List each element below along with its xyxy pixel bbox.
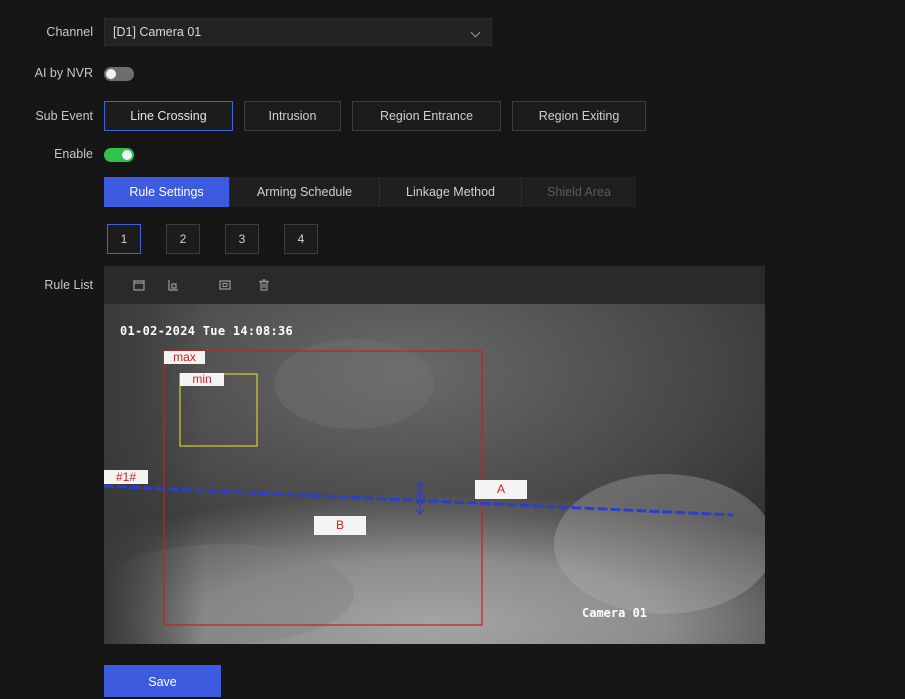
camera-preview[interactable]: 01-02-2024 Tue 14:08:36 max min #1# A B …: [104, 304, 765, 644]
camera-name-overlay: Camera 01: [582, 606, 648, 620]
line-id-label: #1#: [104, 470, 148, 484]
enable-label: Enable: [54, 147, 93, 161]
toggle-knob: [122, 150, 132, 160]
sub-event-region-entrance[interactable]: Region Entrance: [352, 101, 501, 131]
smart-event-panel: Channel [D1] Camera 01 AI by NVR Sub Eve…: [0, 0, 905, 697]
chevron-down-icon: [470, 27, 481, 38]
tab-linkage-method[interactable]: Linkage Method: [380, 177, 522, 207]
sub-event-intrusion[interactable]: Intrusion: [244, 101, 341, 131]
sub-event-region-exiting[interactable]: Region Exiting: [512, 101, 646, 131]
rule-1-button[interactable]: 1: [107, 224, 141, 254]
rule-list-toolbar: [104, 266, 765, 304]
channel-select-value: [D1] Camera 01: [113, 25, 202, 39]
draw-rectangle-icon[interactable]: [132, 278, 146, 292]
ai-by-nvr-label: AI by NVR: [34, 66, 93, 80]
settings-tabs: Rule Settings Arming Schedule Linkage Me…: [104, 177, 636, 207]
rule-4-button[interactable]: 4: [284, 224, 318, 254]
sub-event-line-crossing[interactable]: Line Crossing: [104, 101, 233, 131]
channel-select[interactable]: [D1] Camera 01: [104, 18, 492, 46]
fullscreen-icon[interactable]: [218, 278, 232, 292]
sub-event-label: Sub Event: [35, 109, 93, 123]
max-box-label: max: [164, 351, 205, 364]
min-box-label: min: [180, 373, 224, 386]
tab-shield-area: Shield Area: [547, 185, 611, 199]
rule-3-button[interactable]: 3: [225, 224, 259, 254]
tab-arming-schedule[interactable]: Arming Schedule: [230, 177, 380, 207]
video-timestamp: 01-02-2024 Tue 14:08:36: [120, 324, 294, 338]
enable-toggle[interactable]: [104, 148, 134, 162]
channel-label: Channel: [46, 25, 93, 39]
draw-area-icon[interactable]: [166, 278, 180, 292]
ai-by-nvr-toggle[interactable]: [104, 67, 134, 81]
rule-list-label: Rule List: [44, 278, 93, 292]
rule-2-button[interactable]: 2: [166, 224, 200, 254]
delete-icon[interactable]: [257, 278, 271, 292]
side-a-label: A: [475, 480, 527, 499]
side-b-label: B: [314, 516, 366, 535]
save-button[interactable]: Save: [104, 665, 221, 697]
tab-rule-settings[interactable]: Rule Settings: [104, 177, 230, 207]
toggle-knob: [106, 69, 116, 79]
